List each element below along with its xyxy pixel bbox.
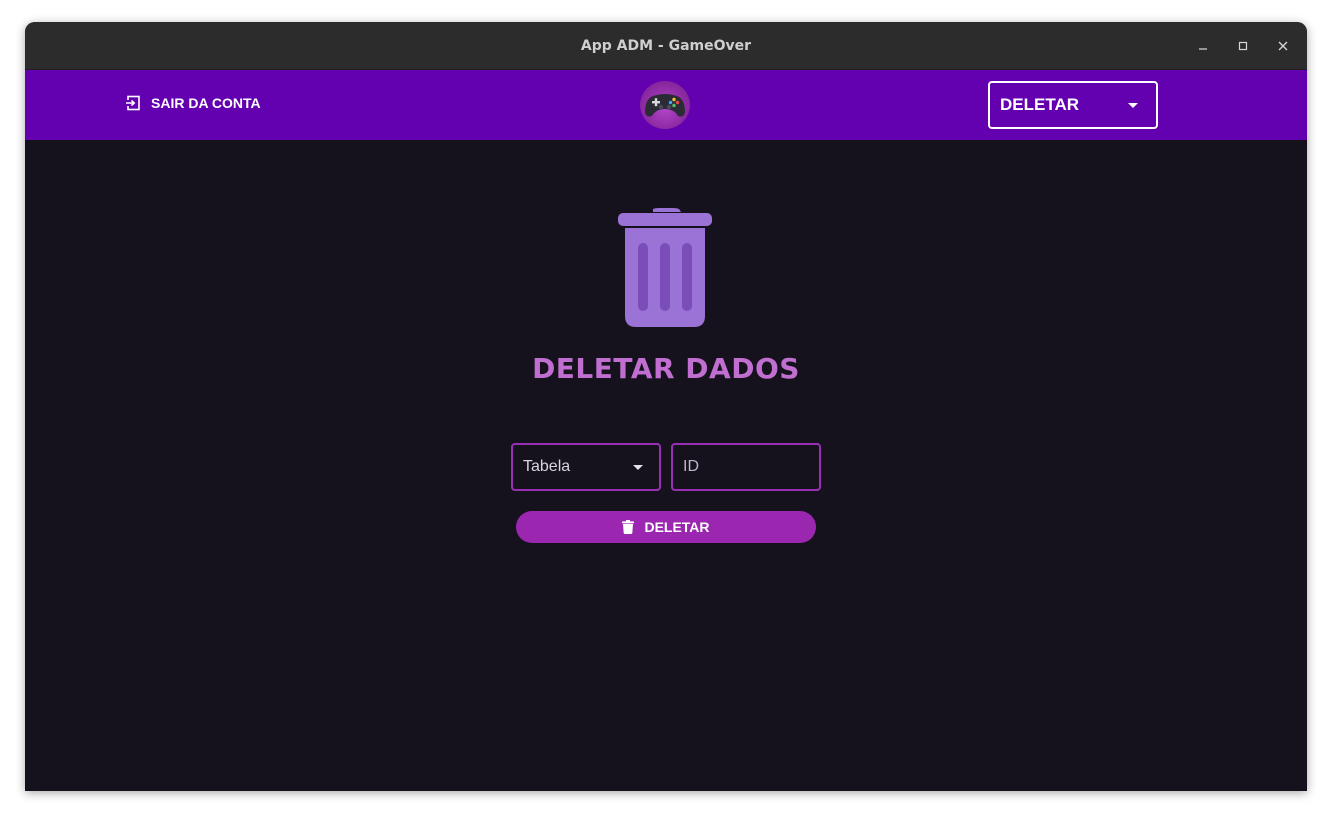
window-controls bbox=[1191, 34, 1295, 58]
window-title: App ADM - GameOver bbox=[580, 37, 752, 54]
maximize-button[interactable] bbox=[1231, 34, 1255, 58]
chevron-down-icon bbox=[1128, 103, 1138, 108]
logout-icon bbox=[126, 95, 140, 111]
logout-button[interactable]: SAIR DA CONTA bbox=[125, 95, 261, 111]
delete-button-label: DELETAR bbox=[644, 519, 710, 535]
app-header: SAIR DA CONTA DELETAR bbox=[25, 70, 1307, 140]
delete-button[interactable]: DELETAR bbox=[516, 511, 816, 543]
minimize-button[interactable] bbox=[1191, 34, 1215, 58]
window-titlebar[interactable]: App ADM - GameOver bbox=[25, 22, 1307, 70]
table-select-value: Tabela bbox=[523, 458, 571, 475]
table-select[interactable]: Tabela bbox=[511, 443, 661, 491]
page-title: DELETAR DADOS bbox=[532, 352, 800, 385]
logout-label: SAIR DA CONTA bbox=[151, 95, 261, 111]
id-input[interactable] bbox=[671, 443, 821, 491]
app-window: App ADM - GameOver SAIR DA CONTA DELETAR… bbox=[25, 22, 1307, 791]
mode-select[interactable]: DELETAR bbox=[988, 81, 1158, 129]
close-button[interactable] bbox=[1271, 34, 1295, 58]
app-logo bbox=[640, 81, 690, 129]
minimize-icon bbox=[1199, 48, 1207, 50]
gamepad-logo-icon bbox=[645, 94, 685, 117]
trash-icon bbox=[622, 520, 635, 534]
close-icon bbox=[1278, 41, 1288, 51]
trash-icon bbox=[617, 208, 713, 333]
mode-select-value: DELETAR bbox=[1000, 95, 1080, 114]
maximize-icon bbox=[1238, 41, 1248, 51]
main-content: DELETAR DADOS Tabela DELETAR bbox=[25, 140, 1307, 791]
chevron-down-icon bbox=[633, 465, 643, 470]
